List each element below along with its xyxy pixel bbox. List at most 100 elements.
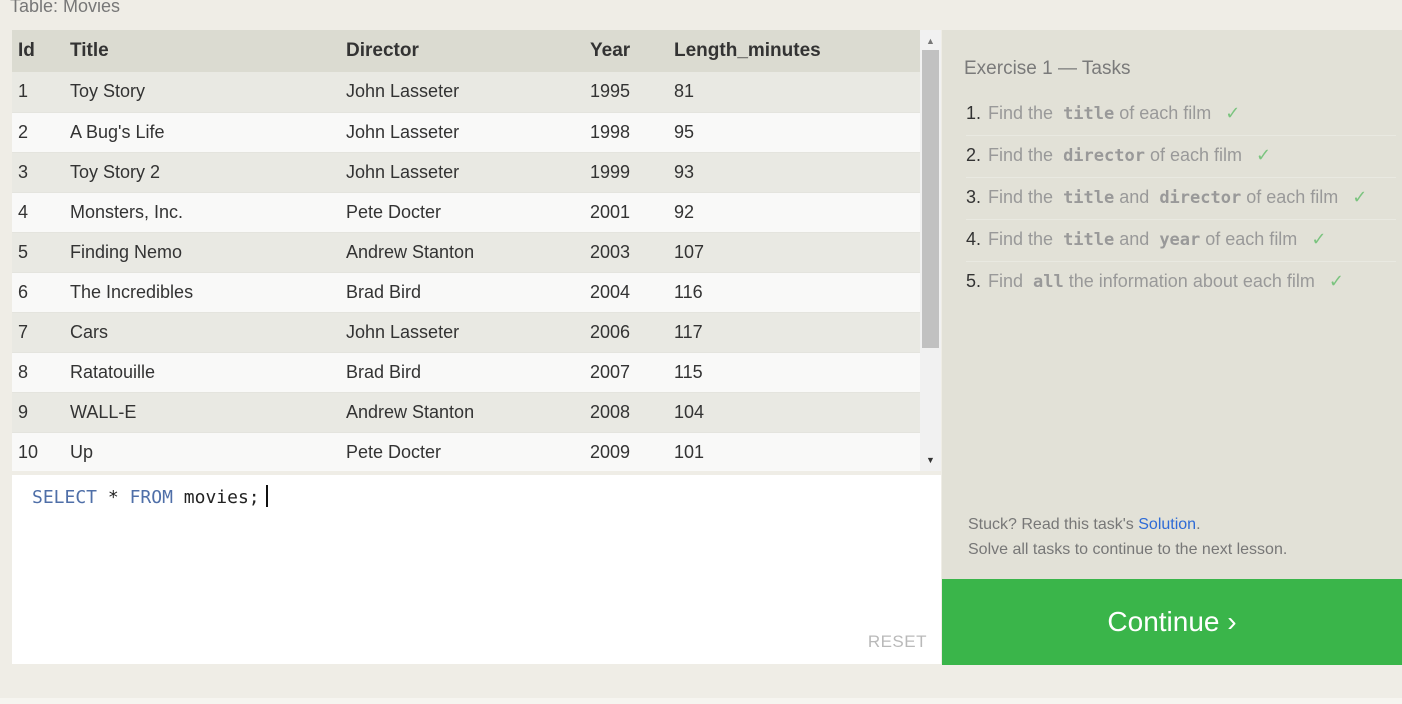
task-text-part: Find the bbox=[988, 145, 1054, 165]
results-table: Id Title Director Year Length_minutes 1T… bbox=[12, 30, 920, 471]
cell-id: 7 bbox=[12, 312, 70, 353]
cell-title: Up bbox=[70, 432, 346, 471]
cell-length: 104 bbox=[674, 392, 920, 433]
stuck-suffix: . bbox=[1196, 516, 1201, 533]
sql-query[interactable]: SELECT * FROM movies; bbox=[32, 485, 268, 508]
cell-director: John Lasseter bbox=[346, 112, 590, 153]
task-item: 1. Find the title of each film ✓ bbox=[966, 98, 1396, 136]
keyword-select: SELECT bbox=[32, 487, 98, 508]
task-code-keyword: title bbox=[1063, 188, 1115, 208]
cell-title: Cars bbox=[70, 312, 346, 353]
table-caption: Table: Movies bbox=[10, 0, 121, 16]
cell-year: 2006 bbox=[590, 312, 674, 353]
scrollbar-thumb[interactable] bbox=[922, 50, 939, 348]
continue-button[interactable]: Continue › bbox=[942, 579, 1402, 665]
cell-title: Finding Nemo bbox=[70, 232, 346, 273]
cell-year: 2008 bbox=[590, 392, 674, 433]
checkmark-icon: ✓ bbox=[1352, 187, 1368, 207]
task-text-part: Find the bbox=[988, 229, 1054, 249]
column-header-length: Length_minutes bbox=[674, 30, 920, 72]
column-header-id: Id bbox=[12, 30, 70, 72]
task-text-part: the information about each film bbox=[1068, 271, 1315, 291]
keyword-from: FROM bbox=[129, 487, 173, 508]
checkmark-icon: ✓ bbox=[1225, 103, 1241, 123]
task-text: Find the title and year of each film ✓ bbox=[988, 224, 1396, 255]
checkmark-icon: ✓ bbox=[1256, 145, 1272, 165]
cell-title: Ratatouille bbox=[70, 352, 346, 393]
table-scrollbar[interactable]: ▲ ▼ bbox=[920, 30, 941, 471]
cell-length: 101 bbox=[674, 432, 920, 471]
help-text: Stuck? Read this task's Solution. Solve … bbox=[968, 512, 1287, 562]
cell-id: 10 bbox=[12, 432, 70, 471]
tasks-title: Exercise 1 — Tasks bbox=[964, 58, 1131, 79]
table-name: movies; bbox=[183, 487, 260, 508]
cell-title: Monsters, Inc. bbox=[70, 192, 346, 233]
task-text: Find the title of each film ✓ bbox=[988, 98, 1396, 129]
table-header-row: Id Title Director Year Length_minutes bbox=[12, 30, 920, 72]
task-text-part: Find the bbox=[988, 103, 1054, 123]
task-number: 5. bbox=[966, 271, 982, 291]
task-text-part: Find the bbox=[988, 187, 1054, 207]
column-header-director: Director bbox=[346, 30, 590, 72]
task-text-part: Find bbox=[988, 271, 1024, 291]
task-item: 3. Find the title and director of each film… bbox=[966, 182, 1396, 220]
cell-year: 2003 bbox=[590, 232, 674, 273]
cell-id: 9 bbox=[12, 392, 70, 433]
task-text-part: of each film bbox=[1246, 187, 1339, 207]
results-table-container: Id Title Director Year Length_minutes 1T… bbox=[12, 30, 920, 471]
cell-year: 1999 bbox=[590, 152, 674, 193]
cell-length: 92 bbox=[674, 192, 920, 233]
cell-year: 2001 bbox=[590, 192, 674, 233]
cell-length: 93 bbox=[674, 152, 920, 193]
cell-director: John Lasseter bbox=[346, 312, 590, 353]
task-text-part: and bbox=[1119, 229, 1150, 249]
solution-link[interactable]: Solution bbox=[1138, 516, 1196, 533]
stuck-prefix: Stuck? Read this task's bbox=[968, 516, 1134, 533]
table-row: 10 Up Pete Docter 2009 101 bbox=[12, 432, 920, 471]
bottom-divider bbox=[0, 698, 1402, 704]
cell-id: 6 bbox=[12, 272, 70, 313]
scroll-up-arrow-icon[interactable]: ▲ bbox=[920, 34, 941, 48]
table-row: 7 Cars John Lasseter 2006 117 bbox=[12, 312, 920, 353]
cell-year: 2004 bbox=[590, 272, 674, 313]
task-text: Find all the information about each film ✓ bbox=[988, 266, 1396, 297]
reset-button[interactable]: RESET bbox=[868, 632, 927, 652]
cell-title: Toy Story bbox=[70, 72, 346, 113]
cell-id: 5 bbox=[12, 232, 70, 273]
select-star: * bbox=[107, 487, 119, 508]
table-row: 4 Monsters, Inc. Pete Docter 2001 92 bbox=[12, 192, 920, 233]
task-item: 5. Find all the information about each fil… bbox=[966, 266, 1396, 303]
cell-id: 8 bbox=[12, 352, 70, 393]
task-code-keyword: year bbox=[1159, 230, 1201, 250]
cell-director: John Lasseter bbox=[346, 72, 590, 113]
task-list: 1. Find the title of each film ✓ 2. Find the … bbox=[966, 98, 1396, 307]
cell-director: Brad Bird bbox=[346, 272, 590, 313]
table-row: 5 Finding Nemo Andrew Stanton 2003 107 bbox=[12, 232, 920, 273]
cell-length: 115 bbox=[674, 352, 920, 393]
task-number: 2. bbox=[966, 145, 982, 165]
task-code-keyword: director bbox=[1159, 188, 1242, 208]
cell-length: 117 bbox=[674, 312, 920, 353]
cell-id: 4 bbox=[12, 192, 70, 233]
cell-title: A Bug's Life bbox=[70, 112, 346, 153]
task-text-part: of each film bbox=[1119, 103, 1212, 123]
cell-length: 116 bbox=[674, 272, 920, 313]
cell-year: 1998 bbox=[590, 112, 674, 153]
table-row: 6 The Incredibles Brad Bird 2004 116 bbox=[12, 272, 920, 313]
sql-editor[interactable]: SELECT * FROM movies; RESET bbox=[12, 475, 941, 664]
task-text-part: of each film bbox=[1149, 145, 1242, 165]
cell-director: John Lasseter bbox=[346, 152, 590, 193]
cell-year: 2009 bbox=[590, 432, 674, 471]
task-item: 2. Find the director of each film ✓ bbox=[966, 140, 1396, 178]
table-row: 2A Bug's Life John Lasseter 1998 95 bbox=[12, 112, 920, 153]
cell-title: The Incredibles bbox=[70, 272, 346, 313]
scroll-down-arrow-icon[interactable]: ▼ bbox=[920, 453, 941, 467]
cell-id: 1 bbox=[12, 72, 70, 113]
table-row: 9 WALL-E Andrew Stanton 2008 104 bbox=[12, 392, 920, 433]
task-number: 3. bbox=[966, 187, 982, 207]
cell-director: Pete Docter bbox=[346, 432, 590, 471]
task-text: Find the title and director of each film ✓ bbox=[988, 182, 1396, 213]
text-cursor bbox=[265, 485, 268, 507]
task-number: 4. bbox=[966, 229, 982, 249]
cell-id: 3 bbox=[12, 152, 70, 193]
